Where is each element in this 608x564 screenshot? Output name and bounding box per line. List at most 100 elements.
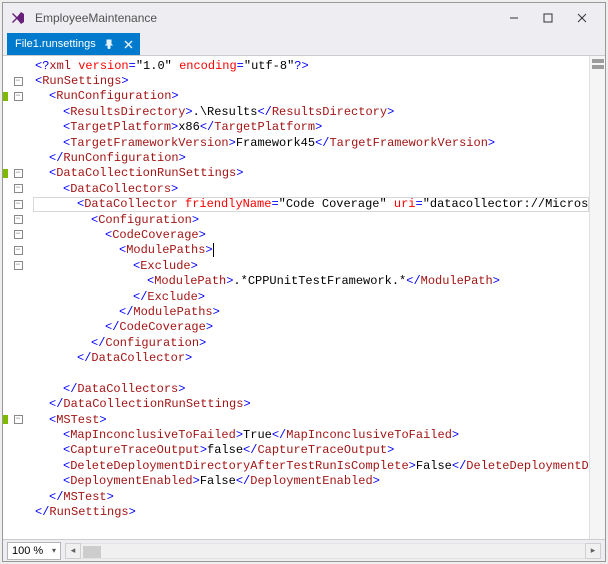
gutter-cell[interactable]: − <box>3 169 33 178</box>
code-line[interactable]: </DataCollectionRunSettings> <box>3 397 589 412</box>
code-line[interactable]: <DeleteDeploymentDirectoryAfterTestRunIs… <box>3 458 589 473</box>
code-line[interactable] <box>3 366 589 381</box>
code-line[interactable]: <CaptureTraceOutput>false</CaptureTraceO… <box>3 443 589 458</box>
code-line[interactable]: − <DataCollectionRunSettings> <box>3 166 589 181</box>
code-text[interactable]: </DataCollector> <box>33 351 192 365</box>
code-text[interactable]: <DataCollectors> <box>33 182 178 196</box>
code-line[interactable]: </CodeCoverage> <box>3 320 589 335</box>
minimize-button[interactable] <box>497 6 531 30</box>
code-text[interactable]: <Exclude> <box>33 259 198 273</box>
gutter-cell[interactable]: − <box>3 215 33 224</box>
title-bar[interactable]: EmployeeMaintenance <box>3 3 605 33</box>
fold-collapse-icon[interactable]: − <box>14 92 23 101</box>
code-area[interactable]: <?xml version="1.0" encoding="utf-8"?> − <… <box>3 56 589 539</box>
code-text[interactable]: </DataCollectors> <box>33 382 185 396</box>
zoom-value: 100 % <box>12 545 43 557</box>
code-line[interactable]: <ModulePath>.*CPPUnitTestFramework.*</Mo… <box>3 273 589 288</box>
code-text[interactable]: </CodeCoverage> <box>33 320 213 334</box>
fold-collapse-icon[interactable]: − <box>14 246 23 255</box>
fold-collapse-icon[interactable]: − <box>14 215 23 224</box>
fold-collapse-icon[interactable]: − <box>14 77 23 86</box>
code-text[interactable]: <MSTest> <box>33 413 107 427</box>
gutter-cell[interactable]: − <box>3 200 33 209</box>
code-line[interactable]: </DataCollector> <box>3 350 589 365</box>
code-text[interactable]: <?xml version="1.0" encoding="utf-8"?> <box>33 59 309 73</box>
scroll-track[interactable] <box>81 543 585 559</box>
code-line[interactable]: <?xml version="1.0" encoding="utf-8"?> <box>3 58 589 73</box>
gutter-cell[interactable]: − <box>3 92 33 101</box>
code-line[interactable]: − <Exclude> <box>3 258 589 273</box>
gutter-cell[interactable]: − <box>3 415 33 424</box>
code-line[interactable]: <DeploymentEnabled>False</DeploymentEnab… <box>3 474 589 489</box>
code-text[interactable]: <ModulePaths> <box>33 243 214 257</box>
gutter-cell[interactable]: − <box>3 230 33 239</box>
close-button[interactable] <box>565 6 599 30</box>
editor: <?xml version="1.0" encoding="utf-8"?> − <… <box>3 55 605 561</box>
code-line[interactable]: </RunConfiguration> <box>3 150 589 165</box>
code-line[interactable]: </MSTest> <box>3 489 589 504</box>
fold-collapse-icon[interactable]: − <box>14 230 23 239</box>
code-text[interactable]: <MapInconclusiveToFailed>True</MapInconc… <box>33 428 459 442</box>
fold-collapse-icon[interactable]: − <box>14 184 23 193</box>
close-tab-icon[interactable] <box>122 37 136 51</box>
code-line[interactable]: </Configuration> <box>3 335 589 350</box>
fold-collapse-icon[interactable]: − <box>14 261 23 270</box>
code-text[interactable]: <ResultsDirectory>.\Results</ResultsDire… <box>33 105 394 119</box>
code-text[interactable]: </Configuration> <box>33 336 206 350</box>
scroll-thumb[interactable] <box>83 546 101 558</box>
chevron-down-icon: ▾ <box>52 546 56 555</box>
code-text[interactable]: </ModulePaths> <box>33 305 220 319</box>
code-text[interactable]: <RunConfiguration> <box>33 89 179 103</box>
code-line[interactable]: <ResultsDirectory>.\Results</ResultsDire… <box>3 104 589 119</box>
horizontal-scrollbar[interactable]: ◂ ▸ <box>65 543 601 559</box>
vertical-scrollbar[interactable] <box>589 56 605 539</box>
code-text[interactable]: <Configuration> <box>33 213 199 227</box>
gutter-cell[interactable]: − <box>3 184 33 193</box>
gutter-cell[interactable]: − <box>3 246 33 255</box>
code-line[interactable]: <MapInconclusiveToFailed>True</MapInconc… <box>3 427 589 442</box>
maximize-button[interactable] <box>531 6 565 30</box>
window-title: EmployeeMaintenance <box>35 11 497 25</box>
scroll-left-button[interactable]: ◂ <box>65 543 81 559</box>
code-text[interactable]: </RunConfiguration> <box>33 151 186 165</box>
code-line[interactable]: − <DataCollectors> <box>3 181 589 196</box>
pin-icon[interactable] <box>102 37 116 51</box>
code-text[interactable]: <TargetPlatform>x86</TargetPlatform> <box>33 120 322 134</box>
document-tab-active[interactable]: File1.runsettings <box>7 33 140 55</box>
code-text[interactable]: <DataCollectionRunSettings> <box>33 166 243 180</box>
fold-collapse-icon[interactable]: − <box>14 169 23 178</box>
fold-collapse-icon[interactable]: − <box>14 200 23 209</box>
code-line[interactable]: − <RunSettings> <box>3 73 589 88</box>
code-text[interactable]: <ModulePath>.*CPPUnitTestFramework.*</Mo… <box>33 274 500 288</box>
app-icon <box>9 9 27 27</box>
code-line[interactable]: </RunSettings> <box>3 504 589 519</box>
code-text[interactable]: <TargetFrameworkVersion>Framework45</Tar… <box>33 136 495 150</box>
code-line[interactable]: <TargetPlatform>x86</TargetPlatform> <box>3 120 589 135</box>
code-line[interactable]: </Exclude> <box>3 289 589 304</box>
code-line[interactable]: − <RunConfiguration> <box>3 89 589 104</box>
gutter-cell[interactable]: − <box>3 261 33 270</box>
code-text[interactable]: <CaptureTraceOutput>false</CaptureTraceO… <box>33 443 394 457</box>
code-line[interactable]: </DataCollectors> <box>3 381 589 396</box>
code-text[interactable]: <DeleteDeploymentDirectoryAfterTestRunIs… <box>33 459 589 473</box>
code-text[interactable]: </RunSettings> <box>33 505 136 519</box>
code-text[interactable]: <RunSettings> <box>33 74 129 88</box>
code-text[interactable]: <CodeCoverage> <box>33 228 206 242</box>
split-editor-icon[interactable] <box>592 58 604 72</box>
zoom-level-dropdown[interactable]: 100 % ▾ <box>7 542 61 560</box>
gutter-cell[interactable]: − <box>3 77 33 86</box>
code-text[interactable]: </Exclude> <box>33 290 205 304</box>
code-line[interactable]: − <MSTest> <box>3 412 589 427</box>
code-text[interactable]: <DataCollector friendlyName="Code Covera… <box>33 197 589 211</box>
code-line[interactable]: − <ModulePaths> <box>3 243 589 258</box>
code-text[interactable]: </MSTest> <box>33 490 114 504</box>
code-line[interactable]: </ModulePaths> <box>3 304 589 319</box>
fold-collapse-icon[interactable]: − <box>14 415 23 424</box>
code-line[interactable]: − <CodeCoverage> <box>3 227 589 242</box>
code-text[interactable]: <DeploymentEnabled>False</DeploymentEnab… <box>33 474 380 488</box>
code-text[interactable]: </DataCollectionRunSettings> <box>33 397 251 411</box>
code-line[interactable]: − <Configuration> <box>3 212 589 227</box>
code-line[interactable]: − <DataCollector friendlyName="Code Cover… <box>3 197 589 212</box>
code-line[interactable]: <TargetFrameworkVersion>Framework45</Tar… <box>3 135 589 150</box>
scroll-right-button[interactable]: ▸ <box>585 543 601 559</box>
